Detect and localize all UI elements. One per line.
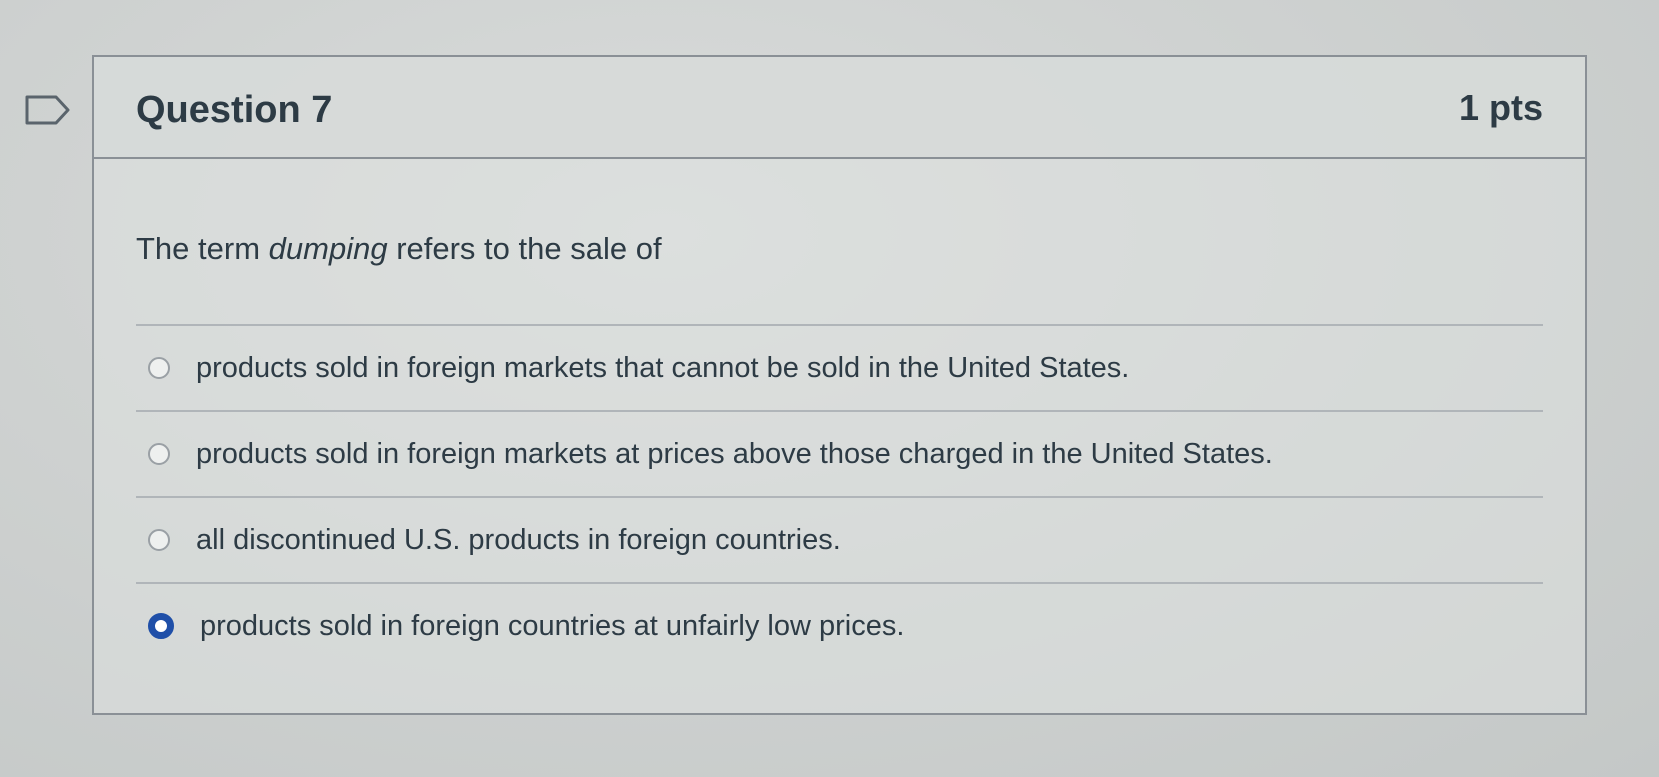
answer-option-2[interactable]: products sold in foreign markets at pric… <box>136 410 1543 496</box>
question-text-after: refers to the sale of <box>387 231 662 266</box>
answer-label-1[interactable]: products sold in foreign markets that ca… <box>196 352 1129 385</box>
answer-label-2[interactable]: products sold in foreign markets at pric… <box>196 438 1273 471</box>
answer-option-3[interactable]: all discontinued U.S. products in foreig… <box>136 496 1543 582</box>
answer-label-4[interactable]: products sold in foreign countries at un… <box>200 610 904 643</box>
question-title: Question 7 <box>136 89 333 131</box>
answer-option-1[interactable]: products sold in foreign markets that ca… <box>136 324 1543 410</box>
radio-button-2[interactable] <box>148 443 170 465</box>
answer-option-4[interactable]: products sold in foreign countries at un… <box>136 582 1543 668</box>
flag-question-icon[interactable] <box>24 94 72 126</box>
answer-list: products sold in foreign markets that ca… <box>136 324 1543 668</box>
question-header: Question 7 1 pts <box>94 57 1585 159</box>
question-text: The term dumping refers to the sale of <box>136 231 662 267</box>
radio-button-1[interactable] <box>148 357 170 379</box>
question-card: Question 7 1 pts The term dumping refers… <box>92 55 1587 715</box>
question-points: 1 pts <box>1458 87 1543 128</box>
question-text-before: The term <box>136 231 269 266</box>
radio-button-4[interactable] <box>148 613 174 639</box>
radio-button-3[interactable] <box>148 529 170 551</box>
question-text-emphasis: dumping <box>268 231 388 266</box>
answer-label-3[interactable]: all discontinued U.S. products in foreig… <box>196 524 841 557</box>
